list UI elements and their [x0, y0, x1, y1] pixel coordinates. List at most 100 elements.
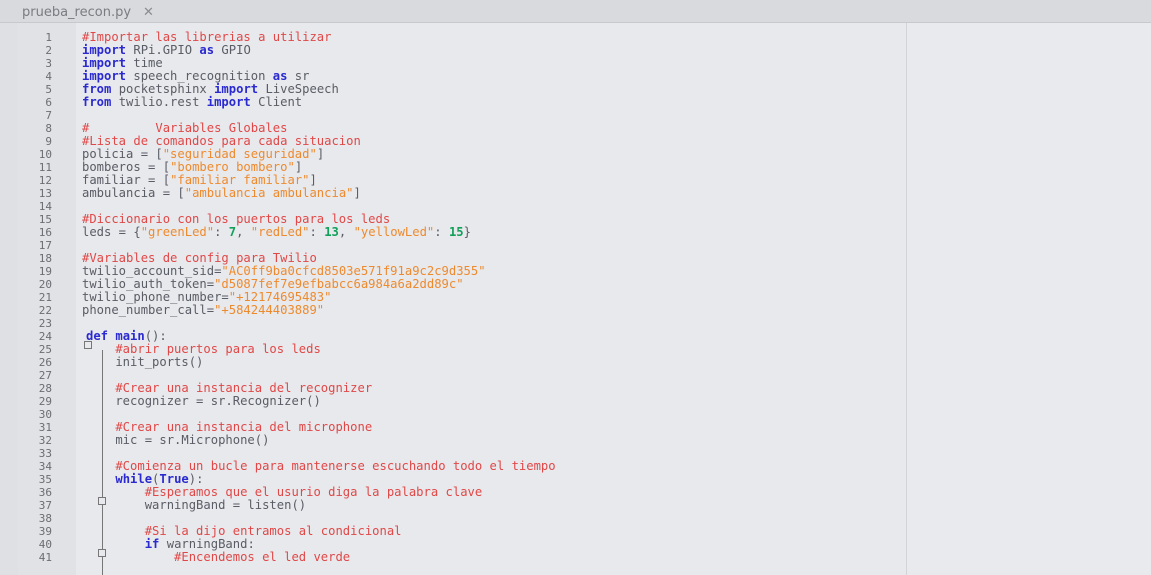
- code-token: "+584244403889": [214, 303, 325, 317]
- line-number: 29: [38, 395, 52, 408]
- code-token: :: [309, 225, 325, 239]
- code-token: familiar = [: [82, 173, 171, 187]
- code-line[interactable]: 29 recognizer = sr.Recognizer(): [0, 395, 1151, 409]
- code-token: leds = {: [82, 225, 141, 239]
- line-number: 22: [38, 304, 52, 317]
- code-token: import: [82, 56, 127, 70]
- file-tab[interactable]: prueba_recon.py ✕: [22, 2, 154, 22]
- code-token: Client: [250, 95, 303, 109]
- line-number: 28: [38, 382, 52, 395]
- line-number: 6: [45, 96, 52, 109]
- code-line[interactable]: 26 init_ports(): [0, 356, 1151, 370]
- line-number: 4: [45, 70, 52, 83]
- code-line[interactable]: 41 #Encendemos el led verde: [0, 550, 1151, 565]
- code-token: LiveSpeech: [258, 82, 339, 96]
- code-line[interactable]: 2 import RPi.GPIO as GPIO: [0, 43, 1151, 58]
- line-number: 27: [38, 369, 52, 382]
- line-number: 18: [38, 252, 52, 265]
- code-token: "redLed": [250, 225, 310, 239]
- code-token: policia = [: [82, 147, 163, 161]
- line-number: 9: [45, 135, 52, 148]
- code-token: ]: [294, 160, 303, 174]
- code-token: ,: [236, 225, 251, 239]
- code-token: as: [199, 43, 215, 57]
- code-token: True: [159, 472, 189, 486]
- code-token: from: [82, 82, 112, 96]
- code-line[interactable]: 32 mic = sr.Microphone(): [0, 434, 1151, 448]
- code-token: GPIO: [214, 43, 251, 57]
- line-code: leds = {"greenLed": 7, "redLed": 13, "ye…: [82, 226, 471, 239]
- code-token: "ambulancia ambulancia": [184, 186, 354, 200]
- code-token: as: [272, 69, 288, 83]
- code-token: while: [115, 472, 153, 486]
- line-number: 7: [45, 109, 52, 122]
- code-token: "seguridad seguridad": [162, 147, 317, 161]
- line-code: mic = sr.Microphone(): [86, 434, 269, 447]
- line-number: 21: [38, 291, 52, 304]
- code-line[interactable]: 16 leds = {"greenLed": 7, "redLed": 13, "…: [0, 226, 1151, 240]
- code-token: #Esperamos que el usurio diga la palabra…: [86, 485, 483, 499]
- code-token: "familiar familiar": [170, 173, 310, 187]
- line-number: 8: [45, 122, 52, 135]
- line-number: 31: [38, 421, 52, 434]
- code-token: "AC0ff9ba0cfcd8503e571f91a9c2c9d355": [221, 264, 486, 278]
- line-code: init_ports(): [86, 356, 203, 369]
- code-token: "+12174695483": [228, 290, 332, 304]
- code-token: if: [144, 537, 160, 551]
- line-number: 33: [38, 447, 52, 460]
- code-line[interactable]: 22 phone_number_call="+584244403889": [0, 303, 1151, 318]
- line-code: warningBand = listen(): [86, 499, 306, 512]
- code-line[interactable]: 23: [0, 317, 1151, 330]
- line-number: 26: [38, 356, 52, 369]
- line-number: 14: [38, 200, 52, 213]
- code-token: def: [86, 329, 109, 343]
- code-token: #Encendemos el led verde: [86, 550, 351, 564]
- code-line[interactable]: 6 from twilio.rest import Client: [0, 95, 1151, 110]
- code-token: #Crear una instancia del microphone: [86, 420, 373, 434]
- close-tab-icon[interactable]: ✕: [143, 5, 154, 20]
- line-number: 37: [38, 499, 52, 512]
- file-tab-label: prueba_recon.py: [22, 4, 132, 20]
- code-token: warningBand = listen(): [86, 498, 307, 512]
- line-number: 10: [38, 148, 52, 161]
- code-token: #abrir puertos para los leds: [86, 342, 321, 356]
- code-token: ():: [144, 329, 167, 343]
- line-number: 30: [38, 408, 52, 421]
- line-number: 11: [38, 161, 52, 174]
- line-number: 35: [38, 473, 52, 486]
- code-token: ]: [353, 186, 361, 200]
- code-token: twilio.rest: [111, 95, 207, 109]
- code-token: ]: [316, 147, 325, 161]
- code-token: phone_number_call=: [82, 303, 215, 317]
- code-token: twilio_auth_token=: [82, 277, 215, 291]
- code-token: pocketsphinx: [111, 82, 215, 96]
- line-number: 38: [38, 512, 52, 525]
- line-number: 13: [38, 187, 52, 200]
- code-token: :: [434, 225, 449, 239]
- code-token: import: [214, 82, 259, 96]
- code-token: #Importar las librerias a utilizar: [82, 30, 332, 44]
- line-number: 5: [45, 83, 52, 96]
- line-number: 20: [38, 278, 52, 291]
- code-token: RPi.GPIO: [126, 43, 200, 57]
- line-number: 41: [38, 551, 52, 564]
- code-token: import: [82, 43, 127, 57]
- line-number: 15: [38, 213, 52, 226]
- line-number: 39: [38, 525, 52, 538]
- code-token: ambulancia = [: [82, 186, 185, 200]
- code-token: "yellowLed": [353, 225, 435, 239]
- code-token: bomberos = [: [82, 160, 171, 174]
- line-code: recognizer = sr.Recognizer(): [86, 395, 320, 408]
- code-line[interactable]: 37 warningBand = listen(): [0, 499, 1151, 513]
- line-number: 25: [38, 343, 52, 356]
- line-number: 12: [38, 174, 52, 187]
- code-token: "greenLed": [140, 225, 215, 239]
- code-token: "bombero bombero": [170, 160, 295, 174]
- code-token: speech_recognition: [126, 69, 273, 83]
- code-line[interactable]: 13 ambulancia = ["ambulancia ambulancia"]: [0, 186, 1151, 201]
- code-token: sr: [287, 69, 310, 83]
- code-token: from: [82, 95, 112, 109]
- line-number: 2: [45, 44, 52, 57]
- code-token: ,: [338, 225, 354, 239]
- code-token: #Si la dijo entramos al condicional: [86, 524, 402, 538]
